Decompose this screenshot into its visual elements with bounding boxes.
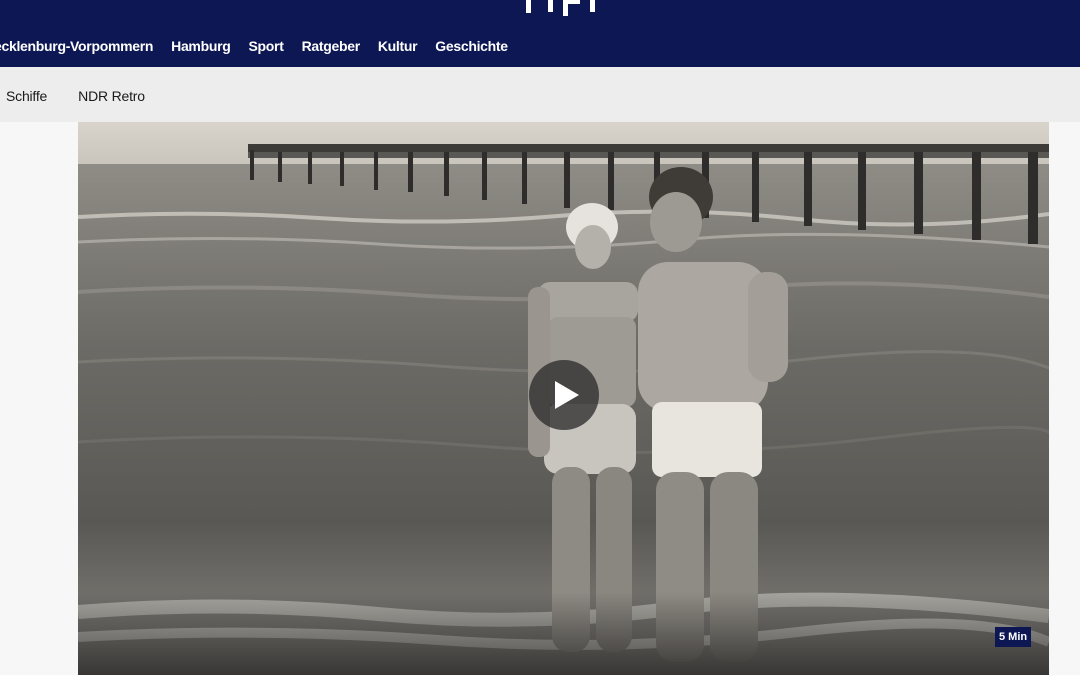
nav-item-geschichte[interactable]: Geschichte: [435, 38, 508, 54]
play-icon: [555, 381, 579, 409]
site-header: ecklenburg-Vorpommern Hamburg Sport Ratg…: [0, 0, 1080, 67]
play-button[interactable]: [529, 360, 599, 430]
nav-item-ratgeber[interactable]: Ratgeber: [302, 38, 361, 54]
nav-item-kultur[interactable]: Kultur: [378, 38, 418, 54]
sub-nav-item-schiffe[interactable]: Schiffe: [6, 88, 47, 104]
sub-navigation: Schiffe NDR Retro: [6, 88, 176, 104]
nav-item-mecklenburg-vorpommern[interactable]: ecklenburg-Vorpommern: [0, 38, 153, 54]
main-navigation: ecklenburg-Vorpommern Hamburg Sport Ratg…: [0, 36, 526, 56]
nav-item-hamburg[interactable]: Hamburg: [171, 38, 231, 54]
sub-nav-item-ndr-retro[interactable]: NDR Retro: [78, 88, 145, 104]
ndr-logo-icon[interactable]: [520, 0, 610, 16]
nav-item-sport[interactable]: Sport: [249, 38, 284, 54]
duration-badge: 5 Min: [995, 627, 1032, 647]
